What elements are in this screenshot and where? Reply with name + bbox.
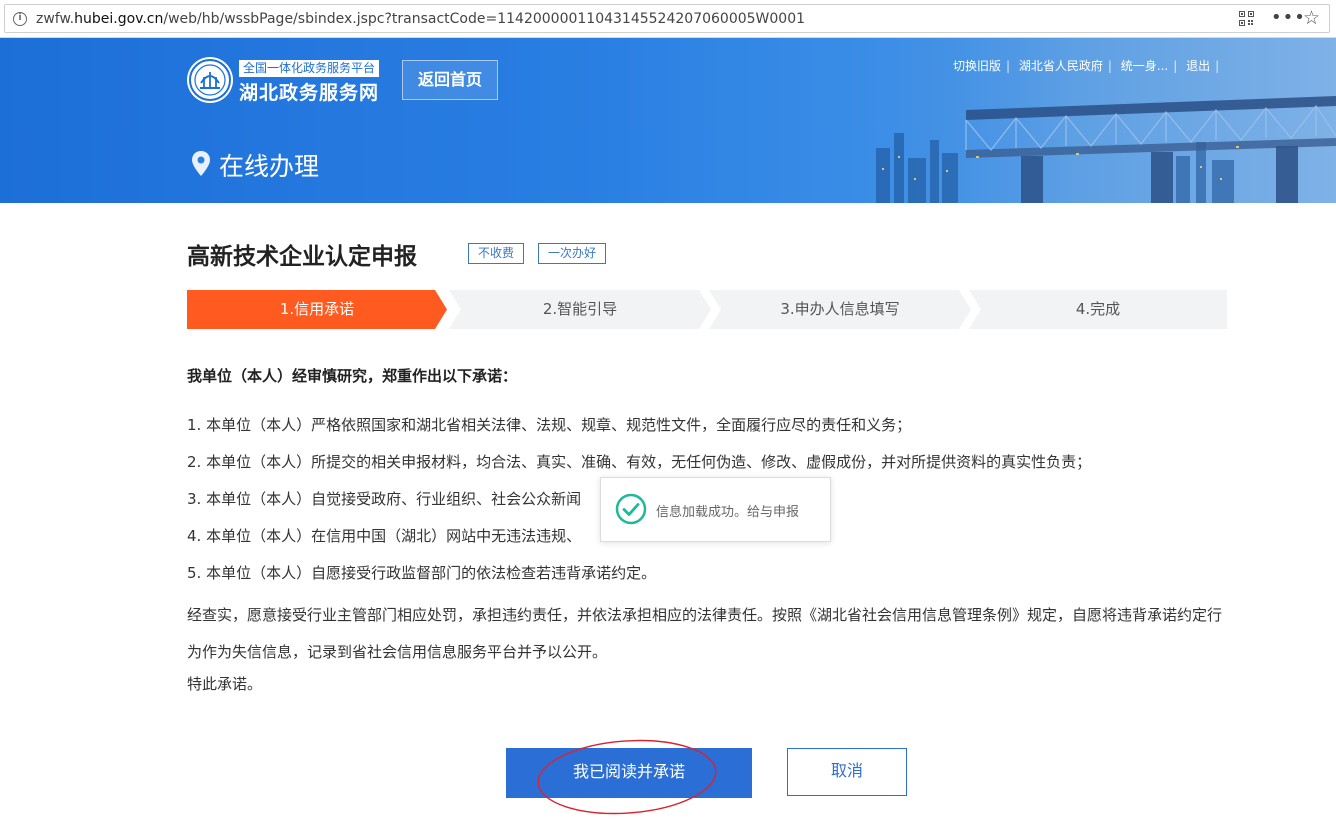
- address-bar[interactable]: i zwfw.hubei.gov.cn/web/hb/wssbPage/sbin…: [4, 4, 1330, 33]
- step-credit-commitment: 1.信用承诺: [187, 290, 447, 329]
- link-separator: |: [1107, 59, 1112, 73]
- step-smart-guide: 2.智能引导: [449, 290, 711, 329]
- switch-old-version-link[interactable]: 切换旧版: [953, 59, 1001, 73]
- toast-message: 信息加载成功。给与申报: [656, 505, 800, 520]
- link-separator: |: [1215, 59, 1220, 73]
- qr-code-icon[interactable]: [1239, 11, 1254, 26]
- logo-emblem-icon[interactable]: [187, 57, 233, 103]
- commitment-item: 3. 本单位（本人）自觉接受政府、行业组织、社会公众新闻: [187, 490, 582, 508]
- step-label: 2.智能引导: [542, 300, 618, 318]
- url-path: /web/hb/wssbPage/sbindex.jspc?transactCo…: [163, 11, 806, 27]
- step-label: 3.申办人信息填写: [780, 300, 900, 318]
- step-label: 1.信用承诺: [279, 300, 355, 318]
- logout-link[interactable]: 退出: [1186, 59, 1210, 73]
- step-complete: 4.完成: [969, 290, 1227, 329]
- commitment-item: 1. 本单位（本人）严格依照国家和湖北省相关法律、法规、规章、规范性文件，全面履…: [187, 416, 912, 434]
- browser-toolbar: i zwfw.hubei.gov.cn/web/hb/wssbPage/sbin…: [0, 0, 1336, 38]
- step-label: 4.完成: [1075, 300, 1121, 318]
- commitment-item: 2. 本单位（本人）所提交的相关申报材料，均合法、真实、准确、有效，无任何伪造、…: [187, 453, 1092, 471]
- commitment-item: 5. 本单位（本人）自愿接受行政监督部门的依法检查若违背承诺约定。: [187, 564, 657, 582]
- province-government-link[interactable]: 湖北省人民政府: [1019, 59, 1103, 73]
- url-host: hubei.gov.cn: [74, 11, 164, 27]
- step-applicant-info: 3.申办人信息填写: [709, 290, 971, 329]
- cancel-button[interactable]: 取消: [787, 748, 907, 796]
- commitment-item: 4. 本单位（本人）在信用中国（湖北）网站中无违法违规、: [187, 527, 582, 545]
- logo-name[interactable]: 湖北政务服务网: [239, 78, 379, 105]
- tag-free: 不收费: [468, 243, 525, 264]
- commitment-end: 特此承诺。: [187, 675, 263, 693]
- home-button[interactable]: 返回首页: [402, 60, 498, 100]
- logo-tagline: 全国一体化政务服务平台: [239, 60, 380, 77]
- commitment-intro: 我单位（本人）经审慎研究，郑重作出以下承诺：: [187, 367, 518, 385]
- progress-steps: 1.信用承诺 2.智能引导 3.申办人信息填写 4.完成: [187, 290, 1227, 329]
- commitment-closing: 经查实，愿意接受行业主管部门相应处罚，承担违约责任，并依法承担相应的法律责任。按…: [187, 606, 1223, 661]
- agree-commit-button[interactable]: 我已阅读并承诺: [506, 748, 752, 798]
- unified-identity-link[interactable]: 统一身...: [1121, 59, 1168, 73]
- info-icon[interactable]: i: [13, 12, 27, 26]
- check-circle-icon: [615, 493, 647, 525]
- star-icon[interactable]: ☆: [1303, 7, 1320, 29]
- section-title: 在线办理: [219, 152, 320, 181]
- link-separator: |: [1006, 59, 1011, 73]
- top-links: 切换旧版 | 湖北省人民政府 | 统一身... | 退出 |: [948, 57, 1219, 74]
- header-banner: 全国一体化政务服务平台 湖北政务服务网 返回首页 切换旧版 | 湖北省人民政府 | …: [0, 38, 1336, 203]
- location-pin-icon: [192, 151, 210, 176]
- page-title: 高新技术企业认定申报: [187, 244, 417, 270]
- link-separator: |: [1173, 59, 1178, 73]
- toast-notification: 信息加载成功。给与申报: [600, 477, 831, 542]
- url-text[interactable]: zwfw.hubei.gov.cn/web/hb/wssbPage/sbinde…: [36, 11, 805, 27]
- tag-one-stop: 一次办好: [538, 243, 607, 264]
- more-icon[interactable]: •••: [1271, 7, 1306, 28]
